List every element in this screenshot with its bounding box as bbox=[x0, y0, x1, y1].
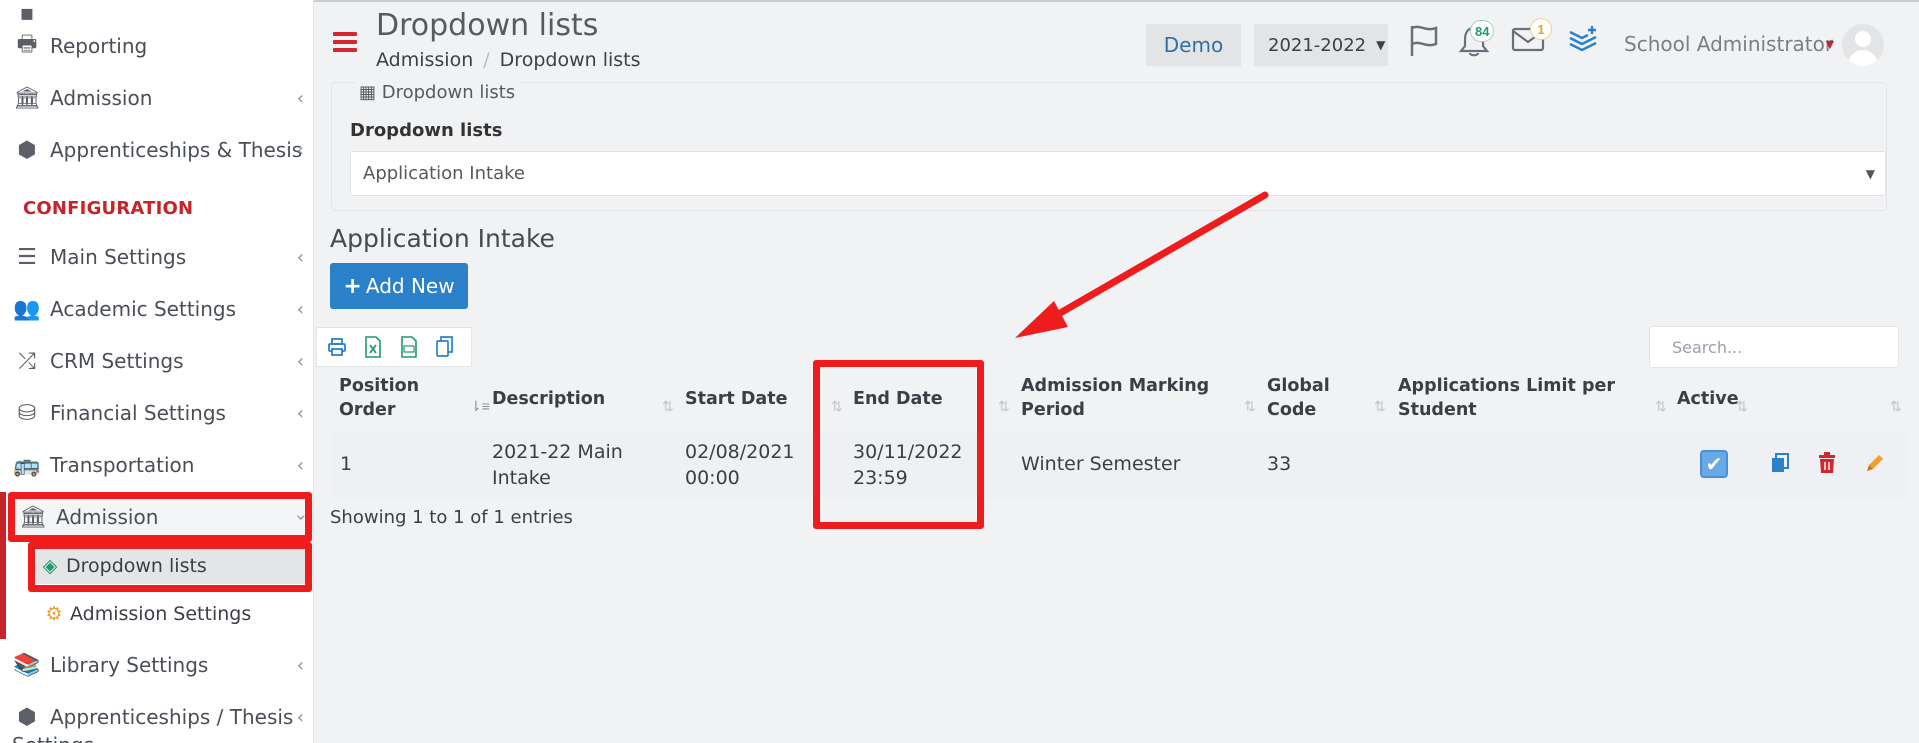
annotation-arrow bbox=[1015, 191, 1269, 338]
